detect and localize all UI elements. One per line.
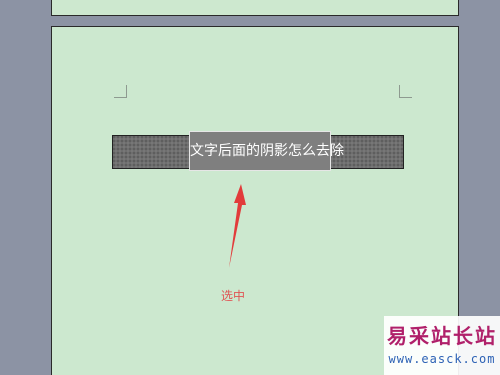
arrow-icon [229, 184, 246, 268]
watermark-logo: 易采站长站 www.easck.com [384, 316, 500, 375]
watermark-title: 易采站长站 [387, 324, 497, 348]
annotation-label: 选中 [221, 289, 246, 303]
watermark-url: www.easck.com [388, 352, 496, 366]
